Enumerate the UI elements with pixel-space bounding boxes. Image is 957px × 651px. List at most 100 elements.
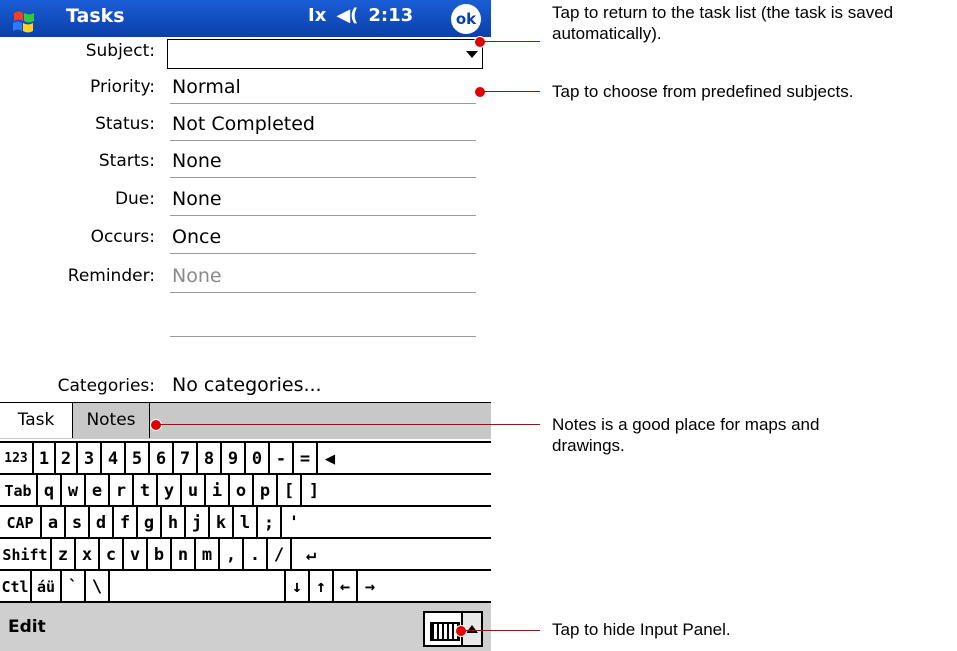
- windows-start-icon[interactable]: [10, 5, 38, 33]
- key-equals[interactable]: =: [294, 443, 318, 475]
- occurs-row: Occurs: Once: [0, 223, 491, 259]
- callout-dot-notes: [150, 419, 162, 431]
- due-row: Due: None: [0, 185, 491, 221]
- key-l[interactable]: l: [234, 507, 258, 539]
- key-u[interactable]: u: [182, 475, 206, 507]
- key-left-arrow[interactable]: ←: [334, 571, 358, 603]
- key-r[interactable]: r: [110, 475, 134, 507]
- key-right-bracket[interactable]: ]: [302, 475, 326, 507]
- key-v[interactable]: v: [124, 539, 148, 571]
- callout-subject-text: Tap to choose from predefined subjects.: [552, 82, 854, 101]
- key-5[interactable]: 5: [126, 443, 150, 475]
- status-row: Status: Not Completed: [0, 110, 491, 146]
- ok-button[interactable]: ok: [451, 4, 481, 34]
- key-0[interactable]: 0: [246, 443, 270, 475]
- key-9[interactable]: 9: [222, 443, 246, 475]
- dropdown-arrow-icon[interactable]: [466, 51, 478, 58]
- key-z[interactable]: z: [52, 539, 76, 571]
- key-8[interactable]: 8: [198, 443, 222, 475]
- key-i[interactable]: i: [206, 475, 230, 507]
- key-apostrophe[interactable]: ': [282, 507, 306, 539]
- app-title: Tasks: [66, 5, 125, 27]
- pocket-pc-screen: Tasks Ix ◀( 2:13 ok Subject: Priority: N…: [0, 0, 491, 651]
- key-c[interactable]: c: [100, 539, 124, 571]
- key-t[interactable]: t: [134, 475, 158, 507]
- key-caps[interactable]: CAP: [0, 507, 42, 539]
- key-backslash[interactable]: \: [86, 571, 110, 603]
- key-h[interactable]: h: [162, 507, 186, 539]
- key-slash[interactable]: /: [268, 539, 292, 571]
- key-2[interactable]: 2: [56, 443, 78, 475]
- callout-line-notes: [160, 424, 540, 425]
- occurs-field[interactable]: Once: [170, 226, 476, 254]
- priority-label: Priority:: [90, 77, 155, 97]
- key-d[interactable]: d: [90, 507, 114, 539]
- categories-label: Categories:: [57, 376, 155, 396]
- key-space[interactable]: [110, 571, 286, 603]
- key-a[interactable]: a: [42, 507, 66, 539]
- key-j[interactable]: j: [186, 507, 210, 539]
- blank-row: [0, 306, 491, 342]
- key-p[interactable]: p: [254, 475, 278, 507]
- key-3[interactable]: 3: [78, 443, 102, 475]
- categories-field[interactable]: No categories...: [170, 374, 476, 402]
- key-1[interactable]: 1: [34, 443, 56, 475]
- key-q[interactable]: q: [38, 475, 62, 507]
- priority-field[interactable]: Normal: [170, 76, 476, 104]
- key-y[interactable]: y: [158, 475, 182, 507]
- key-tab[interactable]: Tab: [0, 475, 38, 507]
- connectivity-icon[interactable]: Ix: [308, 5, 326, 26]
- reminder-field[interactable]: None: [170, 265, 476, 293]
- clock[interactable]: 2:13: [368, 5, 413, 26]
- subject-dropdown[interactable]: [167, 39, 483, 69]
- key-7[interactable]: 7: [174, 443, 198, 475]
- key-e[interactable]: e: [86, 475, 110, 507]
- key-s[interactable]: s: [66, 507, 90, 539]
- volume-icon[interactable]: ◀(: [336, 5, 358, 26]
- backspace-key[interactable]: ◀: [318, 443, 342, 475]
- key-international[interactable]: áü: [32, 571, 62, 603]
- key-f[interactable]: f: [114, 507, 138, 539]
- keyboard-row-1: 123 1 2 3 4 5 6 7 8 9 0 - = ◀: [0, 441, 491, 475]
- key-minus[interactable]: -: [270, 443, 294, 475]
- soft-keyboard: 123 1 2 3 4 5 6 7 8 9 0 - = ◀ Tab q w e …: [0, 441, 491, 609]
- tab-notes[interactable]: Notes: [72, 403, 150, 438]
- callout-notes-text: Notes is a good place for maps and drawi…: [552, 415, 820, 455]
- key-up-arrow[interactable]: ↑: [310, 571, 334, 603]
- menu-bar: Edit: [0, 603, 491, 651]
- enter-key[interactable]: ↵: [292, 539, 330, 571]
- starts-field[interactable]: None: [170, 150, 476, 178]
- key-w[interactable]: w: [62, 475, 86, 507]
- starts-label: Starts:: [98, 151, 155, 171]
- edit-menu[interactable]: Edit: [8, 617, 46, 637]
- key-g[interactable]: g: [138, 507, 162, 539]
- tab-strip: Task Notes: [0, 402, 491, 439]
- key-4[interactable]: 4: [102, 443, 126, 475]
- key-period[interactable]: .: [244, 539, 268, 571]
- status-area: Ix ◀( 2:13: [308, 5, 413, 26]
- tab-task[interactable]: Task: [0, 403, 72, 438]
- key-o[interactable]: o: [230, 475, 254, 507]
- key-semicolon[interactable]: ;: [258, 507, 282, 539]
- blank-field[interactable]: [170, 309, 476, 337]
- status-field[interactable]: Not Completed: [170, 113, 476, 141]
- key-k[interactable]: k: [210, 507, 234, 539]
- key-ctrl[interactable]: Ctl: [0, 571, 32, 603]
- key-b[interactable]: b: [148, 539, 172, 571]
- callout-line-subject: [484, 91, 540, 92]
- reminder-row: Reminder: None: [0, 262, 491, 298]
- key-comma[interactable]: ,: [220, 539, 244, 571]
- key-x[interactable]: x: [76, 539, 100, 571]
- key-6[interactable]: 6: [150, 443, 174, 475]
- key-shift[interactable]: Shift: [0, 539, 52, 571]
- key-down-arrow[interactable]: ↓: [286, 571, 310, 603]
- key-123[interactable]: 123: [0, 443, 34, 475]
- key-n[interactable]: n: [172, 539, 196, 571]
- key-left-bracket[interactable]: [: [278, 475, 302, 507]
- key-right-arrow[interactable]: →: [358, 571, 382, 603]
- priority-row: Priority: Normal: [0, 73, 491, 109]
- due-label: Due:: [114, 189, 155, 209]
- key-m[interactable]: m: [196, 539, 220, 571]
- due-field[interactable]: None: [170, 188, 476, 216]
- key-backtick[interactable]: `: [62, 571, 86, 603]
